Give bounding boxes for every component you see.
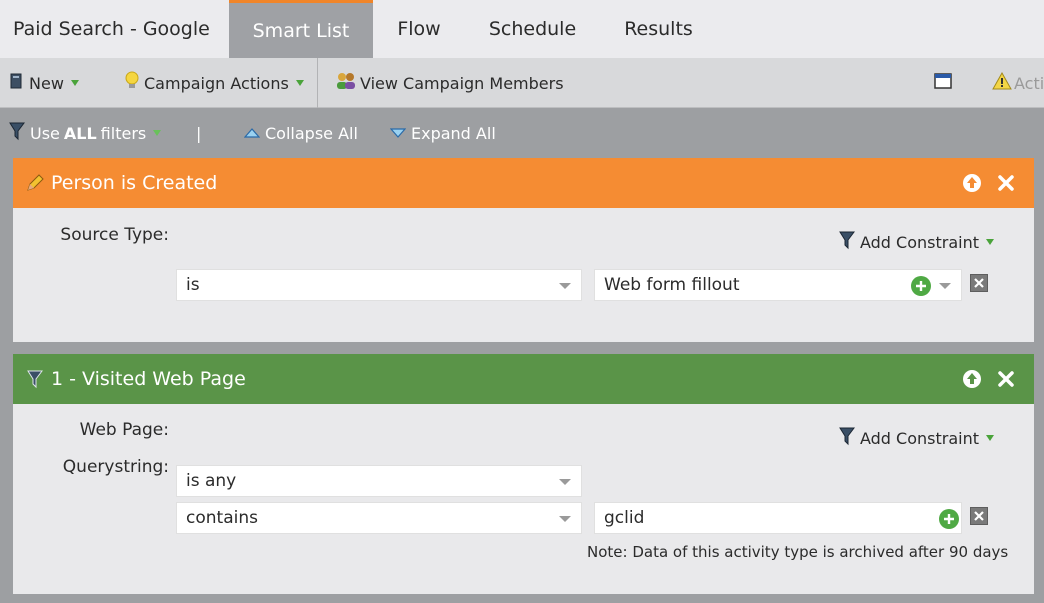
add-value-plus-icon[interactable] bbox=[939, 509, 959, 529]
dropdown-arrow-icon bbox=[986, 239, 994, 245]
use-all-filters-dropdown[interactable]: Use ALL filters bbox=[8, 108, 162, 158]
dropdown-arrow-icon bbox=[295, 80, 304, 86]
tab-schedule[interactable]: Schedule bbox=[465, 0, 600, 58]
filterbar-separator: | bbox=[196, 108, 201, 158]
expand-all-label: Expand All bbox=[411, 123, 496, 143]
source-type-value: Web form fillout bbox=[604, 275, 740, 295]
add-constraint-button[interactable]: Add Constraint bbox=[838, 426, 994, 450]
activate-label: Activ bbox=[1014, 73, 1044, 93]
expand-all-button[interactable]: Expand All bbox=[389, 108, 496, 158]
warning-icon bbox=[992, 71, 1012, 94]
filter-header[interactable]: 1 - Visited Web Page bbox=[13, 354, 1034, 404]
remove-filter-button[interactable] bbox=[995, 172, 1017, 194]
filter-funnel-icon bbox=[838, 230, 856, 254]
filter-title: 1 - Visited Web Page bbox=[51, 368, 246, 390]
new-icon bbox=[9, 72, 23, 94]
collapse-all-button[interactable]: Collapse All bbox=[243, 108, 358, 158]
filter-title: Person is Created bbox=[51, 172, 218, 194]
tab-campaign-name[interactable]: Paid Search - Google bbox=[0, 0, 229, 58]
tab-bar: Paid Search - Google Smart List Flow Sch… bbox=[0, 0, 1044, 58]
filter-bar: Use ALL filters | Collapse All Expand Al… bbox=[0, 108, 1044, 158]
window-icon bbox=[934, 73, 952, 93]
chevron-down-icon bbox=[559, 283, 571, 289]
separator-text: | bbox=[196, 123, 202, 143]
lightbulb-icon bbox=[124, 71, 140, 95]
filter-header[interactable]: Person is Created bbox=[13, 158, 1034, 208]
add-constraint-label: Add Constraint bbox=[859, 428, 979, 448]
querystring-value-input[interactable]: gclid bbox=[594, 502, 962, 534]
filter-body: Add Constraint Web Page: is any Querystr… bbox=[13, 404, 1034, 594]
delete-constraint-icon[interactable] bbox=[970, 507, 988, 525]
collapse-all-label: Collapse All bbox=[265, 123, 358, 143]
tab-smart-list[interactable]: Smart List bbox=[229, 0, 373, 58]
all-label: ALL bbox=[63, 123, 97, 143]
remove-filter-button[interactable] bbox=[995, 368, 1017, 390]
collapse-arrow-icon bbox=[243, 124, 261, 143]
delete-constraint-icon[interactable] bbox=[970, 274, 988, 292]
tab-label: Flow bbox=[397, 18, 441, 40]
chevron-down-icon bbox=[559, 516, 571, 522]
window-icon-button[interactable] bbox=[934, 58, 952, 108]
dropdown-arrow-icon bbox=[70, 80, 79, 86]
operator-value: contains bbox=[186, 508, 258, 528]
move-up-button[interactable] bbox=[961, 172, 983, 194]
use-label: Use bbox=[30, 123, 60, 143]
chevron-down-icon bbox=[559, 479, 571, 485]
expand-arrow-icon bbox=[389, 124, 407, 143]
source-type-label: Source Type: bbox=[60, 225, 169, 245]
tab-results[interactable]: Results bbox=[600, 0, 717, 58]
pencil-icon bbox=[25, 173, 45, 193]
add-constraint-button[interactable]: Add Constraint bbox=[838, 230, 994, 254]
querystring-operator-select[interactable]: contains bbox=[176, 502, 582, 534]
querystring-value: gclid bbox=[604, 508, 645, 528]
view-campaign-members-label: View Campaign Members bbox=[360, 73, 564, 93]
add-constraint-label: Add Constraint bbox=[859, 232, 979, 252]
tab-label: Paid Search - Google bbox=[13, 18, 210, 40]
campaign-actions-button[interactable]: Campaign Actions bbox=[124, 58, 304, 108]
web-page-operator-select[interactable]: is any bbox=[176, 465, 582, 497]
operator-value: is bbox=[186, 275, 200, 295]
new-menu-button[interactable]: New bbox=[9, 58, 79, 108]
filter-visited-web-page: 1 - Visited Web Page Add Constraint Web … bbox=[13, 354, 1034, 594]
filters-label: filters bbox=[100, 123, 147, 143]
tab-label: Results bbox=[624, 18, 693, 40]
filter-person-is-created: Person is Created Add Constraint Source … bbox=[13, 158, 1034, 342]
people-icon bbox=[335, 71, 357, 95]
campaign-actions-label: Campaign Actions bbox=[144, 73, 289, 93]
add-value-plus-icon[interactable] bbox=[911, 276, 931, 296]
move-up-button[interactable] bbox=[961, 368, 983, 390]
querystring-label: Querystring: bbox=[62, 457, 169, 477]
archive-note: Note: Data of this activity type is arch… bbox=[587, 543, 1009, 561]
filter-funnel-icon bbox=[8, 121, 26, 145]
filter-funnel-icon bbox=[25, 369, 45, 389]
operator-value: is any bbox=[186, 471, 237, 491]
chevron-down-icon bbox=[939, 283, 951, 289]
tab-label: Smart List bbox=[252, 19, 350, 42]
filter-funnel-icon bbox=[838, 426, 856, 450]
tab-flow[interactable]: Flow bbox=[373, 0, 465, 58]
source-type-operator-select[interactable]: is bbox=[176, 269, 582, 301]
new-label: New bbox=[29, 73, 64, 93]
view-campaign-members-button[interactable]: View Campaign Members bbox=[335, 58, 564, 108]
web-page-label: Web Page: bbox=[79, 420, 169, 440]
toolbar-divider bbox=[317, 58, 318, 108]
dropdown-arrow-icon bbox=[153, 130, 162, 136]
tab-label: Schedule bbox=[488, 18, 577, 40]
dropdown-arrow-icon bbox=[986, 435, 994, 441]
filter-body: Add Constraint Source Type: is Web form … bbox=[13, 208, 1034, 342]
activate-button[interactable]: Activ bbox=[992, 58, 1044, 108]
toolbar: New Campaign Actions View Campaign Membe… bbox=[0, 58, 1044, 108]
source-type-value-select[interactable]: Web form fillout bbox=[594, 269, 962, 301]
